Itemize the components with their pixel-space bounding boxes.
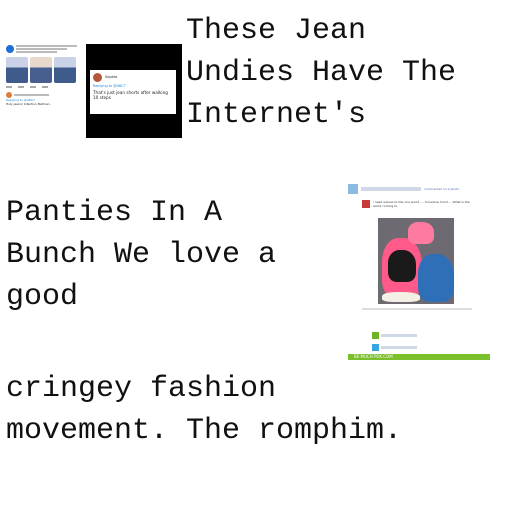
commenter-avatar-icon [362,200,370,208]
comment-text: i need wolves to the one world .... Conv… [373,200,470,208]
jean-underwear-photo [54,57,76,83]
facebook-post-screenshot: commented on a photo i need wolves to th… [348,184,490,360]
reactions-bar [362,308,472,310]
reply-1 [372,332,417,339]
tweet-text: That's just jean shorts after walking 10… [93,90,168,100]
reply-avatar-icon [372,344,379,351]
blue-shoe [418,254,454,302]
reply-text: Holy jeans! Infection Batman. [6,102,51,106]
reply-avatar-icon [372,332,379,339]
tweet-screenshot-jean-undies: Replying to @ABC7 Holy jeans! Infection … [6,44,84,140]
poster-avatar-icon [348,184,358,194]
reply-2 [372,344,417,351]
tweet-actions [6,86,84,88]
article-title: These Jean Undies Have The Internet's [186,14,457,132]
sophia-avatar-icon [93,73,102,82]
jean-underwear-photos [6,57,84,83]
tweet-replying-to: Replying to @ABC7 [93,84,126,88]
abc7-avatar-icon [6,45,14,53]
tweet-header [6,44,84,54]
tweet-card: Sophia Replying to @ABC7 That's just jea… [90,70,176,114]
comment: i need wolves to the one world .... Conv… [362,200,490,208]
article-body-part-2: cringey fashion movement. The romphim. [6,372,403,448]
tweet-author-name: Sophia [105,75,118,79]
tweet-screenshot-jean-shorts: Sophia Replying to @ABC7 That's just jea… [86,44,182,138]
article-body-part-1: Panties In A Bunch We love a good [6,196,277,314]
post-header-text: commented on a photo [424,187,460,191]
post-header: commented on a photo [348,184,490,194]
jelly-shoes-photo [378,218,454,304]
watermark-footer: BE MUCH POX.COM [348,354,490,360]
jean-underwear-photo [6,57,28,83]
jean-underwear-photo [30,57,52,83]
